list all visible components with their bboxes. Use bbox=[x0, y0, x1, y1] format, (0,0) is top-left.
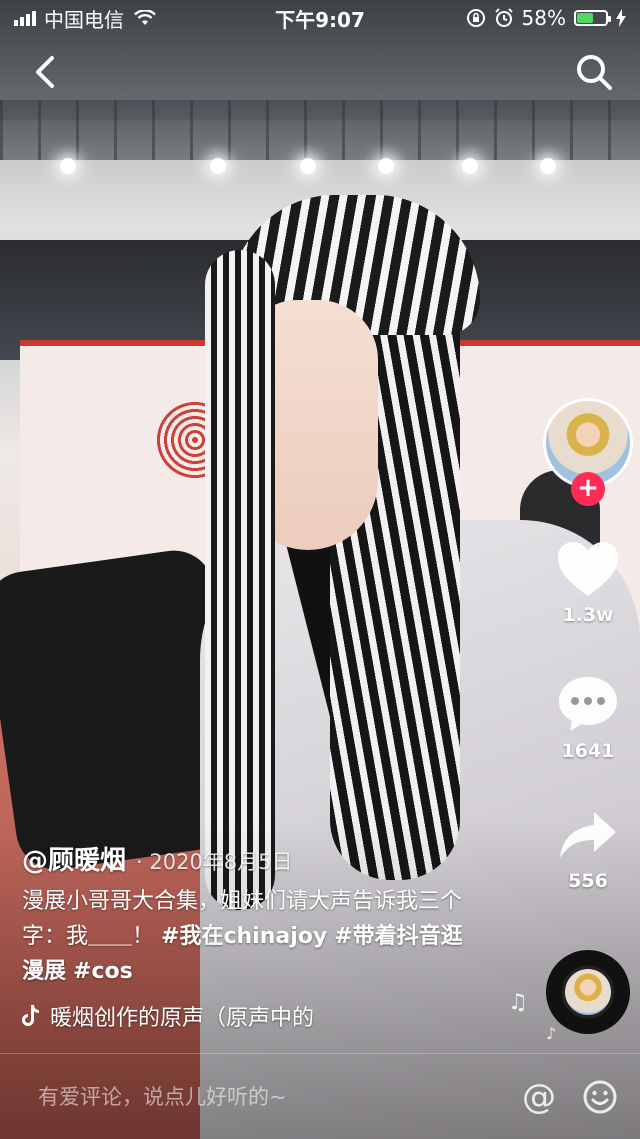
comment-bubble-icon bbox=[559, 677, 617, 731]
heart-icon bbox=[558, 542, 618, 596]
smiley-icon[interactable] bbox=[582, 1079, 618, 1115]
back-button[interactable] bbox=[26, 52, 66, 92]
battery-icon bbox=[574, 10, 611, 26]
comment-input[interactable] bbox=[38, 1084, 522, 1109]
video-caption: 漫展小哥哥大合集，姐妹们请大声告诉我三个字：我＿＿！ #我在chinajoy #… bbox=[22, 884, 472, 989]
like-count: 1.3w bbox=[562, 604, 614, 626]
music-note-icon: ♫ bbox=[508, 990, 528, 1015]
at-icon[interactable]: @ bbox=[522, 1077, 556, 1117]
ceiling-lamp bbox=[300, 158, 316, 174]
hashtag-link[interactable]: #我在chinajoy bbox=[161, 924, 327, 949]
author-name[interactable]: @顾暖烟 bbox=[22, 840, 126, 877]
status-bar: 中国电信 下午9:07 58% bbox=[0, 0, 640, 36]
share-count: 556 bbox=[568, 870, 608, 892]
music-line[interactable]: 暖烟创作的原声（原声中的 bbox=[22, 1000, 362, 1032]
tiktok-note-icon bbox=[22, 1005, 39, 1026]
ceiling-lamp bbox=[378, 158, 394, 174]
clock: 下午9:07 bbox=[275, 7, 365, 32]
hashtag-link[interactable]: #cos bbox=[73, 959, 133, 984]
ceiling-lamp bbox=[540, 158, 556, 174]
music-note-icon: ♪ bbox=[546, 1024, 557, 1043]
ceiling-lamp bbox=[210, 158, 226, 174]
share-button[interactable]: 556 bbox=[553, 808, 623, 892]
ceiling-lamp bbox=[60, 158, 76, 174]
author-line: @顾暖烟 · 2020年8月5日 bbox=[22, 840, 293, 877]
post-date: · 2020年8月5日 bbox=[136, 850, 293, 874]
ceiling-truss bbox=[0, 100, 640, 160]
music-disc[interactable] bbox=[546, 950, 630, 1034]
comment-count: 1641 bbox=[561, 740, 615, 762]
cosplayer-hair-strand bbox=[205, 250, 275, 910]
music-title: 暖烟创作的原声（原声中的 bbox=[50, 1006, 315, 1031]
share-arrow-icon bbox=[560, 812, 616, 858]
like-button[interactable]: 1.3w bbox=[553, 540, 623, 626]
search-button[interactable] bbox=[574, 52, 614, 92]
music-disc-cover bbox=[565, 969, 611, 1015]
comment-button[interactable]: 1641 bbox=[553, 674, 623, 762]
battery-level bbox=[577, 13, 594, 23]
follow-button[interactable]: + bbox=[571, 472, 605, 506]
comment-bar: @ bbox=[0, 1053, 640, 1139]
ceiling-lamp bbox=[462, 158, 478, 174]
